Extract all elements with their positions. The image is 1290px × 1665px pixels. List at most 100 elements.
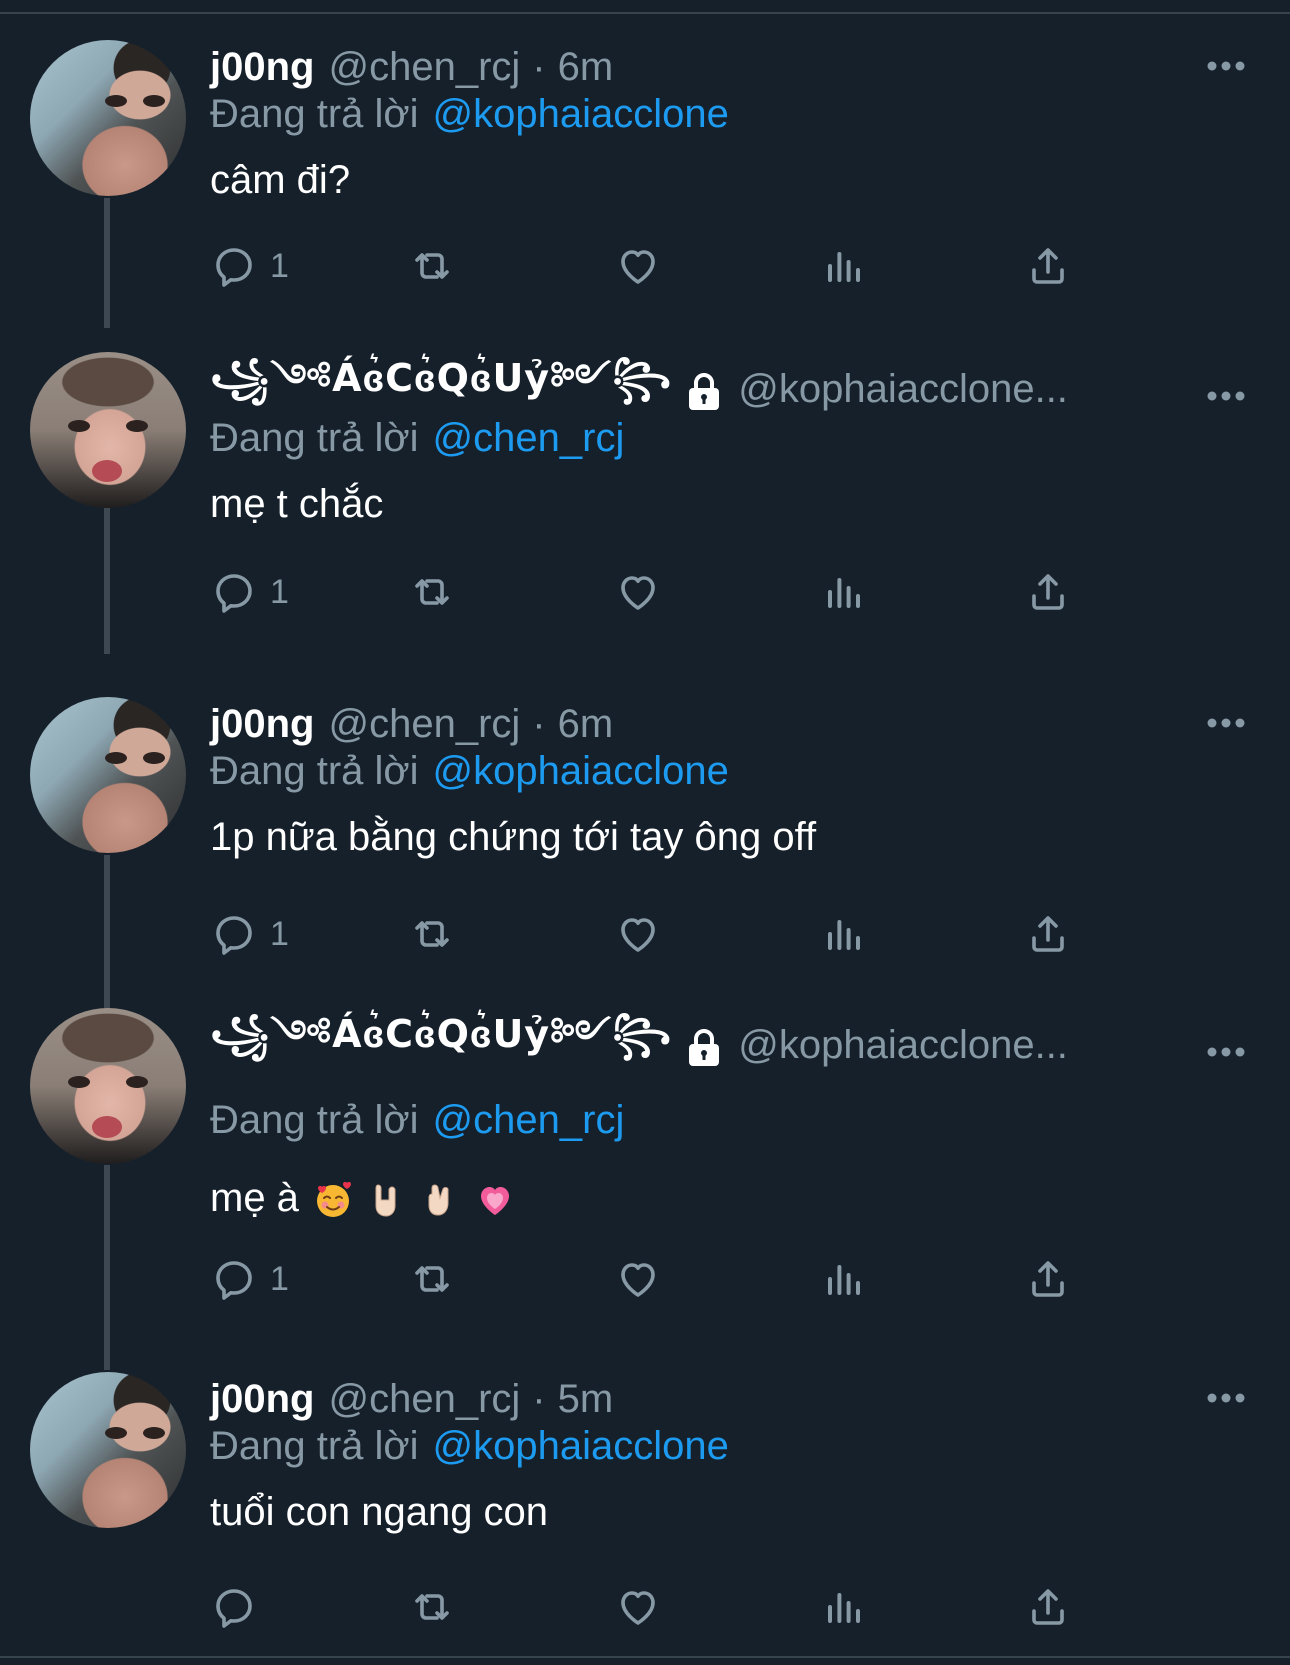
reply-bubble-icon [216, 248, 252, 287]
avatar[interactable] [30, 40, 186, 196]
avatar-mouth [92, 1116, 122, 1138]
like-button[interactable] [614, 1577, 662, 1637]
views-button[interactable] [820, 1249, 868, 1309]
share-button[interactable] [1024, 904, 1072, 964]
like-button[interactable] [614, 904, 662, 964]
timestamp[interactable]: 6m [558, 702, 614, 747]
heart-icon [621, 1591, 655, 1625]
avatar-eyes [105, 1427, 165, 1443]
replying-to: Đang trả lời @chen_rcj [210, 416, 624, 461]
tweet-actions [210, 1577, 1130, 1637]
reply-bubble-icon [216, 1261, 252, 1300]
avatar[interactable] [30, 352, 186, 508]
reply-mention-link[interactable]: @kophaiacclone [433, 92, 729, 136]
display-name[interactable]: j00ng [210, 702, 314, 747]
share-upload-icon [1032, 574, 1064, 610]
like-button[interactable] [614, 562, 662, 622]
heart-icon [621, 918, 655, 952]
crossed-fingers-emoji [428, 1184, 449, 1216]
tweet-actions: 1 [210, 562, 1130, 622]
share-button[interactable] [1024, 1577, 1072, 1637]
retweet-icon [415, 1594, 449, 1620]
more-ellipsis-icon[interactable] [1206, 1392, 1246, 1404]
share-upload-icon [1032, 248, 1064, 284]
avatar-eyes [68, 1076, 148, 1092]
timestamp[interactable]: 5m [558, 1377, 614, 1422]
share-button[interactable] [1024, 562, 1072, 622]
handle[interactable]: @kophaiacclone... [738, 367, 1068, 412]
heart-icon [621, 576, 655, 610]
views-bar-chart-icon [828, 920, 860, 950]
reply-button[interactable]: 1 [210, 1249, 289, 1309]
share-button[interactable] [1024, 236, 1072, 296]
tweet[interactable]: j00ng @chen_rcj · 6m Đang trả lời @kophai… [0, 40, 1290, 340]
replying-to: Đang trả lời @kophaiacclone [210, 749, 729, 794]
tweet-text: câm đi? [210, 158, 351, 202]
reply-mention-link[interactable]: @kophaiacclone [433, 1424, 729, 1468]
reply-mention-link[interactable]: @chen_rcj [433, 1098, 625, 1142]
views-button[interactable] [820, 236, 868, 296]
reply-bubble-icon [216, 574, 252, 613]
display-name[interactable]: j00ng [210, 45, 314, 90]
replying-to: Đang trả lời @kophaiacclone [210, 1424, 729, 1469]
more-ellipsis-icon[interactable] [1206, 390, 1246, 402]
retweet-button[interactable] [408, 1249, 456, 1309]
retweet-icon [415, 1266, 449, 1292]
reply-button[interactable]: 1 [210, 562, 289, 622]
replying-to-label: Đang trả lời [210, 749, 419, 793]
handle[interactable]: @chen_rcj [328, 1377, 520, 1422]
reply-mention-link[interactable]: @kophaiacclone [433, 749, 729, 793]
avatar-mouth [92, 460, 122, 482]
views-button[interactable] [820, 1577, 868, 1637]
like-button[interactable] [614, 1249, 662, 1309]
retweet-icon [415, 579, 449, 605]
views-bar-chart-icon [828, 1593, 860, 1623]
reply-mention-link[interactable]: @chen_rcj [433, 416, 625, 460]
sign-of-horns-emoji [375, 1184, 396, 1217]
handle[interactable]: @chen_rcj [328, 45, 520, 90]
separator-dot: · [532, 701, 546, 746]
display-name[interactable]: j00ng [210, 1377, 314, 1422]
share-button[interactable] [1024, 1249, 1072, 1309]
avatar[interactable] [30, 1372, 186, 1528]
replying-to: Đang trả lời @chen_rcj [210, 1098, 624, 1143]
tweet-header: j00ng @chen_rcj · 6m [210, 42, 613, 92]
reply-button[interactable]: 1 [210, 904, 289, 964]
retweet-button[interactable] [408, 1577, 456, 1637]
avatar[interactable] [30, 1008, 186, 1164]
reply-count: 1 [270, 572, 289, 611]
retweet-button[interactable] [408, 236, 456, 296]
like-button[interactable] [614, 236, 662, 296]
tweet[interactable]: ꧁༺Áɞ͛Cɞ͛Qɞ͛Uỷ༻꧂ @kophaiacclone... Đang t… [0, 352, 1290, 652]
retweet-button[interactable] [408, 562, 456, 622]
more-ellipsis-icon[interactable] [1206, 1046, 1246, 1058]
avatar[interactable] [30, 697, 186, 853]
tweet-header: j00ng @chen_rcj · 6m [210, 699, 613, 749]
views-button[interactable] [820, 562, 868, 622]
display-name[interactable]: ꧁༺Áɞ͛Cɞ͛Qɞ͛Uỷ༻꧂ [210, 992, 672, 1099]
reply-button[interactable]: 1 [210, 236, 289, 296]
share-upload-icon [1032, 916, 1064, 952]
views-bar-chart-icon [828, 1265, 860, 1295]
views-bar-chart-icon [828, 578, 860, 608]
tweet[interactable]: j00ng @chen_rcj · 5m Đang trả lời @kophai… [0, 1372, 1290, 1652]
views-button[interactable] [820, 904, 868, 964]
views-bar-chart-icon [828, 252, 860, 282]
avatar-eyes [105, 752, 165, 768]
tweet-header: ꧁༺Áɞ͛Cɞ͛Qɞ͛Uỷ༻꧂ @kophaiacclone... [210, 1012, 1068, 1070]
more-ellipsis-icon[interactable] [1206, 60, 1246, 72]
retweet-button[interactable] [408, 904, 456, 964]
handle[interactable]: @kophaiacclone... [738, 1023, 1068, 1068]
timestamp[interactable]: 6m [558, 45, 614, 90]
separator-dot: · [532, 44, 546, 89]
replying-to-label: Đang trả lời [210, 416, 419, 460]
more-ellipsis-icon[interactable] [1206, 717, 1246, 729]
tweet[interactable]: ꧁༺Áɞ͛Cɞ͛Qɞ͛Uỷ༻꧂ @kophaiacclone... Đang t… [0, 1008, 1290, 1338]
avatar-eyes [68, 420, 148, 436]
handle[interactable]: @chen_rcj [328, 702, 520, 747]
tweet[interactable]: j00ng @chen_rcj · 6m Đang trả lời @kophai… [0, 697, 1290, 997]
retweet-icon [415, 253, 449, 279]
smiling-face-with-hearts-emoji [316, 1182, 351, 1218]
reply-button[interactable] [210, 1577, 270, 1637]
replying-to-label: Đang trả lời [210, 1098, 419, 1142]
